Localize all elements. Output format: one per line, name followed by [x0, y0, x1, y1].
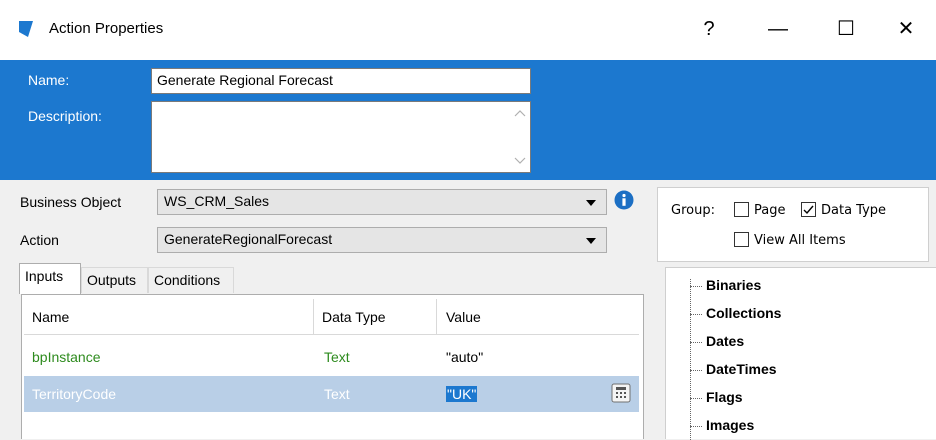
tab-outputs[interactable]: Outputs	[81, 267, 148, 293]
param-type: Text	[324, 349, 350, 365]
title-bar: Action Properties ? — ☐ ✕	[0, 0, 936, 60]
business-object-value: WS_CRM_Sales	[164, 193, 270, 209]
chevron-down-icon	[586, 200, 596, 206]
description-scrollbar[interactable]	[510, 102, 530, 172]
description-field[interactable]	[151, 101, 531, 173]
maximize-button[interactable]: ☐	[818, 10, 874, 48]
help-button[interactable]: ?	[681, 10, 737, 48]
window-title: Action Properties	[49, 20, 164, 37]
data-type-checkbox[interactable]	[801, 202, 816, 217]
param-type: Text	[324, 386, 350, 402]
table-row[interactable]: bpInstance Text "auto"	[24, 337, 639, 375]
description-label: Description:	[28, 108, 102, 124]
close-button[interactable]: ✕	[878, 10, 934, 48]
page-checkbox-label[interactable]: Page	[754, 203, 785, 218]
table-row-selected[interactable]: TerritoryCode Text "UK"	[24, 376, 639, 412]
inputs-grid: Name Data Type Value bpInstance Text "au…	[21, 294, 644, 439]
checkmark-icon	[803, 205, 814, 215]
data-items-tree: Binaries Collections Dates DateTimes Fla…	[665, 267, 936, 440]
app-logo-icon	[19, 21, 33, 37]
group-options: Group: Page Data Type View All Items	[657, 187, 929, 262]
chevron-down-icon	[586, 238, 596, 244]
column-header-value[interactable]: Value	[446, 309, 481, 325]
action-value: GenerateRegionalForecast	[164, 231, 333, 247]
action-dropdown[interactable]: GenerateRegionalForecast	[157, 227, 607, 253]
tab-conditions[interactable]: Conditions	[148, 267, 234, 293]
view-all-items-label[interactable]: View All Items	[754, 233, 846, 248]
name-field[interactable]: Generate Regional Forecast	[151, 68, 531, 94]
business-object-dropdown[interactable]: WS_CRM_Sales	[157, 189, 607, 215]
group-label: Group:	[671, 203, 715, 218]
business-object-label: Business Object	[20, 194, 122, 210]
tab-inputs[interactable]: Inputs	[19, 263, 81, 294]
param-value[interactable]: "auto"	[446, 349, 483, 365]
action-label: Action	[20, 232, 59, 248]
info-icon[interactable]	[614, 190, 634, 210]
calculator-icon[interactable]	[611, 383, 631, 403]
param-name: bpInstance	[32, 349, 101, 365]
grid-header: Name Data Type Value	[24, 299, 639, 335]
param-name: TerritoryCode	[32, 386, 117, 402]
column-header-name[interactable]: Name	[32, 309, 69, 325]
column-header-data-type[interactable]: Data Type	[322, 309, 386, 325]
minimize-button[interactable]: —	[750, 10, 806, 48]
name-label: Name:	[28, 72, 70, 88]
param-value-input[interactable]: "UK"	[446, 386, 478, 402]
data-type-checkbox-label[interactable]: Data Type	[821, 203, 886, 218]
page-checkbox[interactable]	[734, 202, 749, 217]
view-all-items-checkbox[interactable]	[734, 232, 749, 247]
